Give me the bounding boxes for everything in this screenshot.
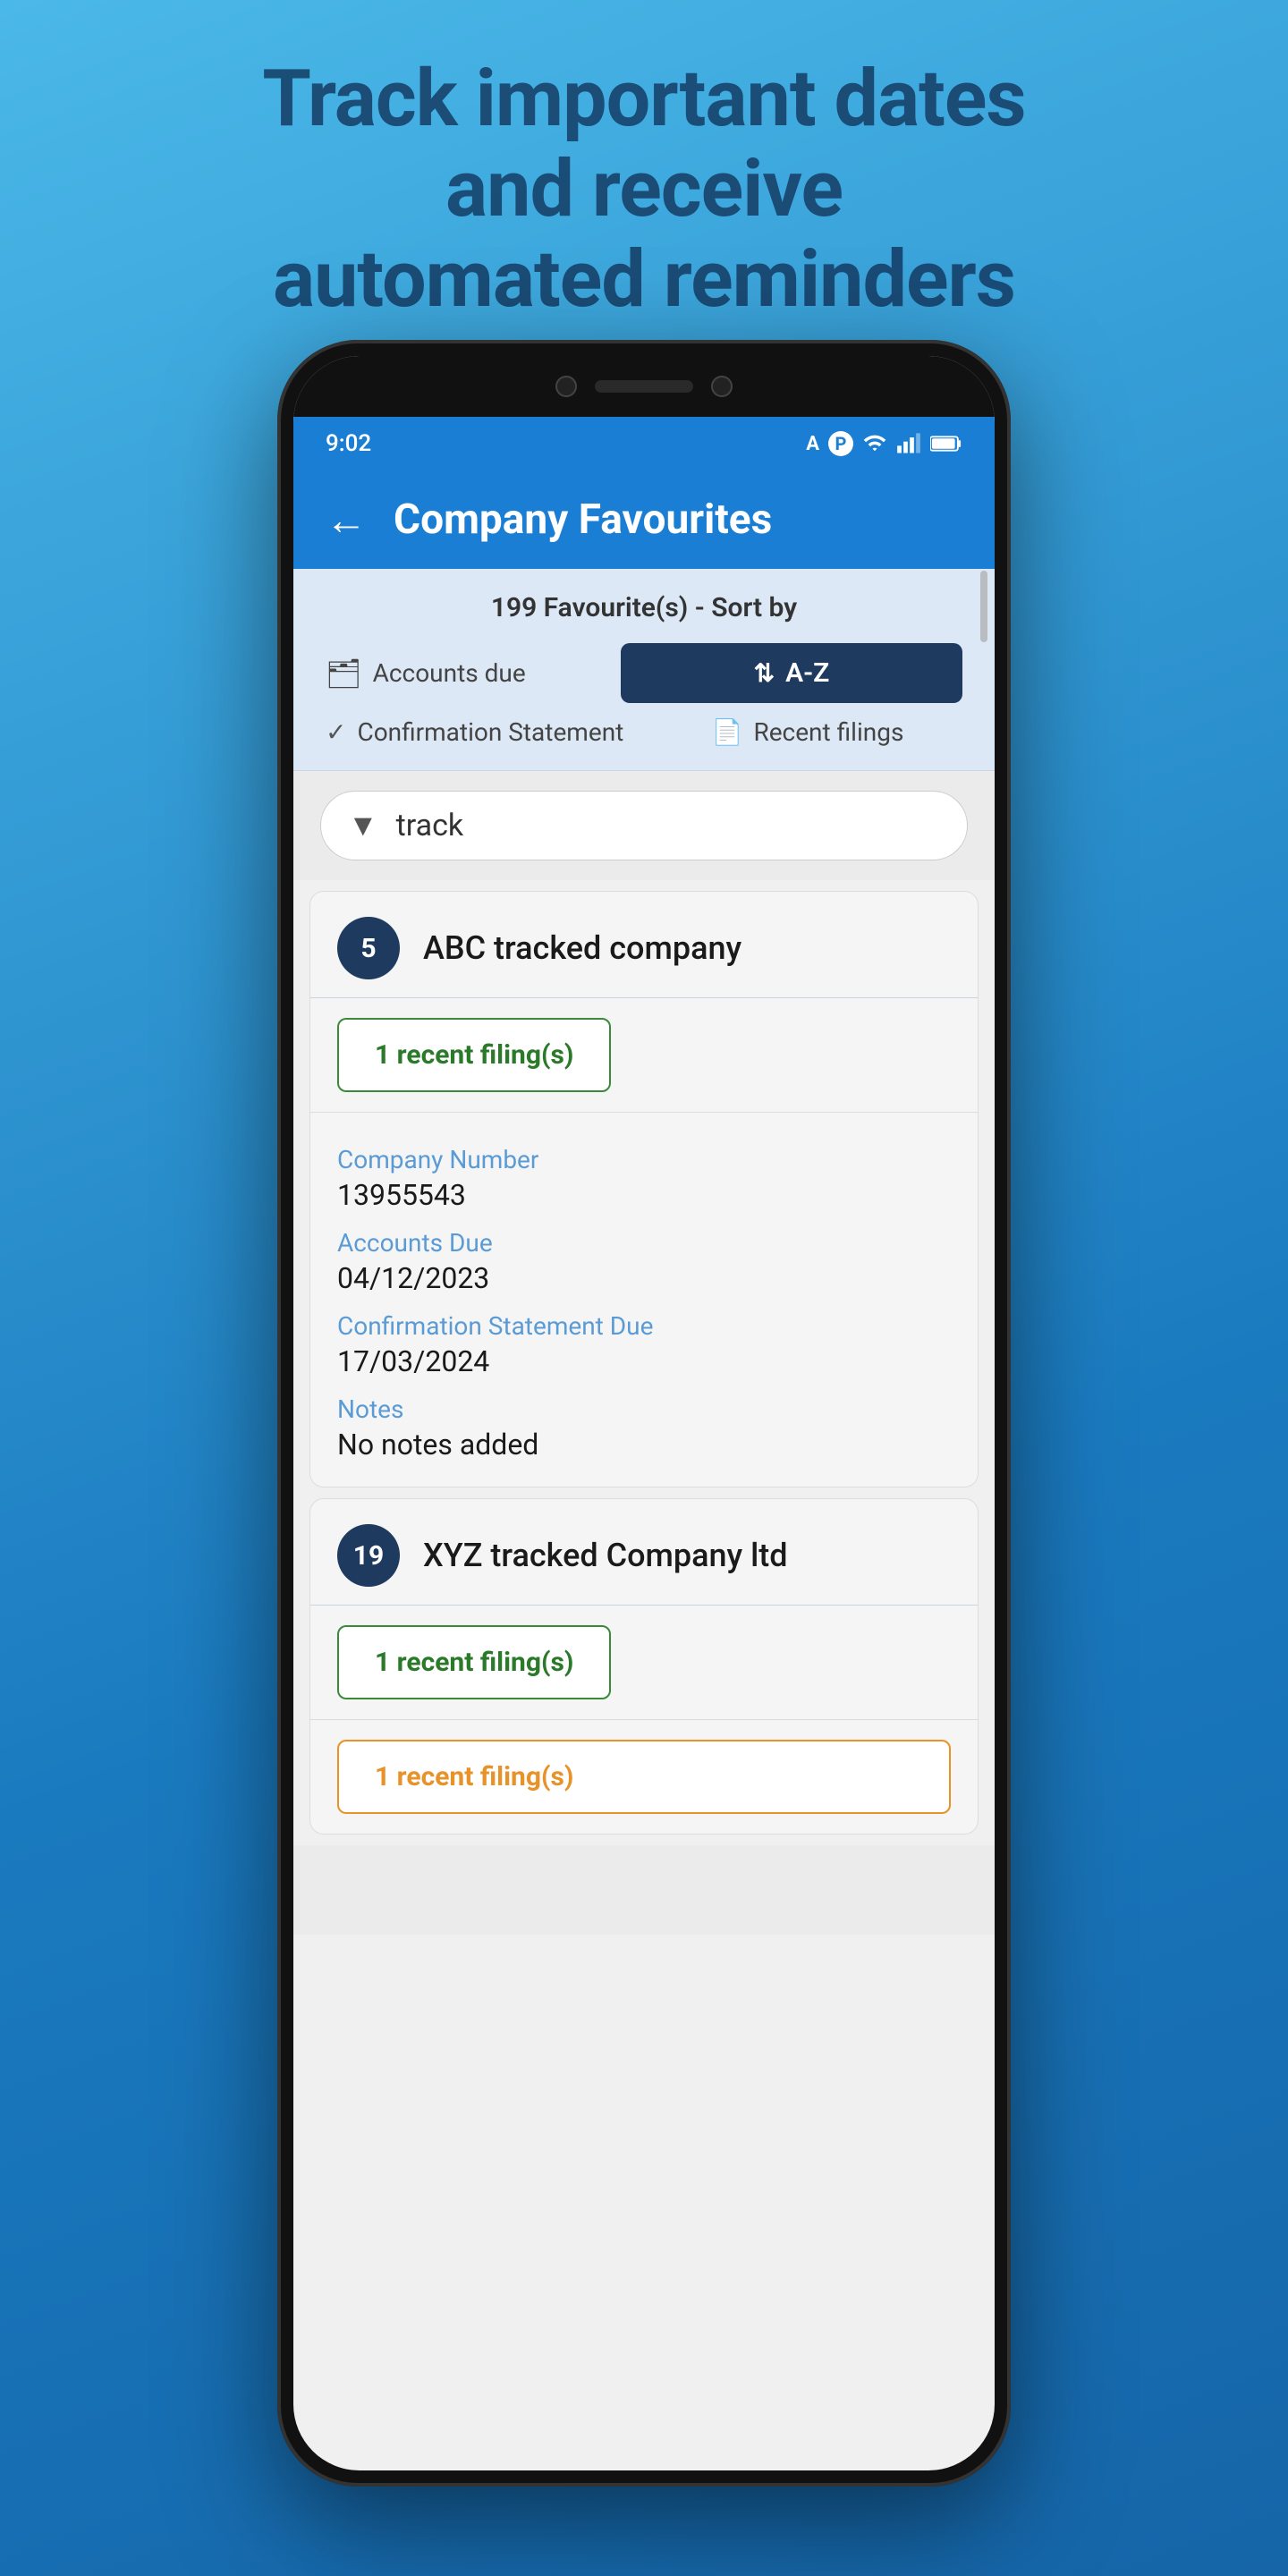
company2-status-bar[interactable]: 1 recent filing(s) xyxy=(337,1740,951,1814)
sort-option-confirmation-label: Confirmation Statement xyxy=(357,717,623,747)
company2-filing-button[interactable]: 1 recent filing(s) xyxy=(337,1625,611,1699)
phone-top-bar xyxy=(293,356,995,417)
camera2 xyxy=(711,376,733,397)
app-bar-title: Company Favourites xyxy=(394,496,772,544)
sort-option-filings-label: Recent filings xyxy=(753,717,903,747)
company1-filing-button[interactable]: 1 recent filing(s) xyxy=(337,1018,611,1092)
signal-icon xyxy=(896,431,921,456)
hero-text: Track important dates and receive automa… xyxy=(191,54,1097,326)
sort-option-confirmation[interactable]: ✓ Confirmation Statement xyxy=(326,717,635,747)
sort-bar-title: 199 Favourite(s) - Sort by xyxy=(326,592,962,623)
back-button[interactable]: ← xyxy=(326,496,367,545)
sort-option-filings[interactable]: 📄 Recent filings xyxy=(653,717,962,747)
scrollbar-indicator[interactable] xyxy=(980,571,987,642)
filter-icon: ▼ xyxy=(348,808,378,843)
sort-options-row1: 🗂 Accounts due ⇅ A-Z xyxy=(326,643,962,703)
phone-inner: 9:02 A P xyxy=(293,356,995,2470)
wifi-icon xyxy=(862,431,887,456)
page-wrapper: Track important dates and receive automa… xyxy=(0,0,1288,2576)
accounts-due-value: 04/12/2023 xyxy=(337,1261,951,1295)
search-bar[interactable]: ▼ track xyxy=(320,791,968,860)
company2-filing-wrap: 1 recent filing(s) xyxy=(310,1606,978,1720)
camera xyxy=(555,376,577,397)
bottom-pad xyxy=(293,1845,995,1935)
company1-card: 5 ABC tracked company 1 recent filing(s)… xyxy=(309,891,979,1487)
hero-line1: Track important dates xyxy=(262,53,1025,145)
sort-az-button[interactable]: ⇅ A-Z xyxy=(621,643,962,703)
sort-option-accounts-label: Accounts due xyxy=(373,658,526,688)
confirmation-label: Confirmation Statement Due xyxy=(337,1311,951,1341)
company2-header[interactable]: 19 XYZ tracked Company ltd xyxy=(310,1499,978,1606)
status-time: 9:02 xyxy=(326,430,371,457)
hero-line2: and receive xyxy=(445,143,843,235)
company2-badge: 19 xyxy=(337,1524,400,1587)
phone-frame: 9:02 A P xyxy=(277,340,1011,2487)
search-bar-wrap: ▼ track xyxy=(293,771,995,880)
battery-icon xyxy=(930,434,962,453)
company1-details: Company Number 13955543 Accounts Due 04/… xyxy=(310,1113,978,1487)
company2-card: 19 XYZ tracked Company ltd 1 recent fili… xyxy=(309,1498,979,1835)
sort-bar: 199 Favourite(s) - Sort by 🗂 Accounts du… xyxy=(293,569,995,771)
sort-options-row2: ✓ Confirmation Statement 📄 Recent filing… xyxy=(326,717,962,747)
status-icons: A P xyxy=(806,431,962,456)
status-bar: 9:02 A P xyxy=(293,417,995,470)
accounts-due-label: Accounts Due xyxy=(337,1228,951,1258)
company1-header[interactable]: 5 ABC tracked company xyxy=(310,892,978,998)
company2-name: XYZ tracked Company ltd xyxy=(423,1537,788,1574)
app-bar: ← Company Favourites xyxy=(293,470,995,569)
company1-filing-wrap: 1 recent filing(s) xyxy=(310,998,978,1113)
company-number-value: 13955543 xyxy=(337,1178,951,1212)
confirmation-date-value: 17/03/2024 xyxy=(337,1344,951,1378)
notification-icon-a: A xyxy=(806,433,819,455)
accounts-due-icon: 🗂 xyxy=(326,657,362,691)
recent-filings-icon: 📄 xyxy=(712,717,743,747)
search-input[interactable]: track xyxy=(396,808,464,843)
speaker xyxy=(595,380,693,393)
confirmation-check-icon: ✓ xyxy=(326,717,346,747)
company1-name: ABC tracked company xyxy=(423,929,741,967)
notification-icon-p: P xyxy=(828,431,853,456)
company1-badge: 5 xyxy=(337,917,400,979)
screen-scroll: 9:02 A P xyxy=(293,417,995,2470)
sort-option-accounts[interactable]: 🗂 Accounts due xyxy=(326,657,603,691)
hero-line3: automated reminders xyxy=(273,233,1015,326)
notes-label: Notes xyxy=(337,1394,951,1424)
sort-icon: ⇅ xyxy=(754,658,775,688)
sort-az-label: A-Z xyxy=(785,657,829,689)
company-number-label: Company Number xyxy=(337,1145,951,1174)
notes-value: No notes added xyxy=(337,1428,951,1462)
